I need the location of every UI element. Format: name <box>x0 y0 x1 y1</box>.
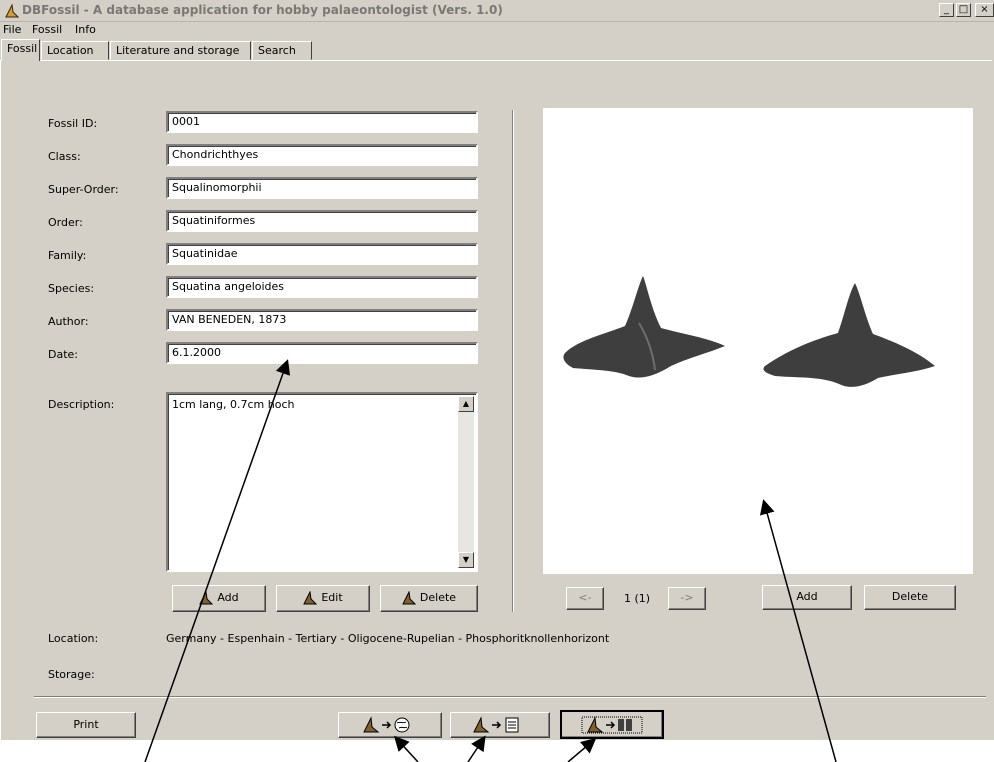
date-field[interactable]: 6.1.2000 <box>166 342 478 364</box>
class-label: Class: <box>48 150 81 163</box>
author-label: Author: <box>48 315 89 328</box>
tab-strip: Fossil Location Literature and storage S… <box>0 39 994 61</box>
order-field[interactable]: Squatiniformes <box>166 210 478 232</box>
menu-info[interactable]: Info <box>75 23 96 36</box>
species-field[interactable]: Squatina angeloides <box>166 276 478 298</box>
arrow-to-location-button <box>393 735 419 762</box>
app-window: DBFossil - A database application for ho… <box>0 0 994 740</box>
fossil-edit-icon <box>303 591 318 605</box>
tab-location[interactable]: Location <box>41 41 109 60</box>
description-scrollbar[interactable]: ▲ ▼ <box>458 396 474 568</box>
minimize-button[interactable]: _ <box>939 3 954 17</box>
class-field[interactable]: Chondrichthyes <box>166 144 478 166</box>
image-counter: 1 (1) <box>624 592 651 605</box>
species-label: Species: <box>48 282 95 295</box>
description-text: 1cm lang, 0.7cm hoch <box>172 398 295 411</box>
panel-divider <box>512 110 514 612</box>
location-value: Germany - Espenhain - Tertiary - Oligoce… <box>166 632 610 645</box>
order-label: Order: <box>48 216 83 229</box>
super-order-field[interactable]: Squalinomorphii <box>166 177 478 199</box>
scroll-down-icon[interactable]: ▼ <box>458 552 474 568</box>
fossil-add-icon <box>199 591 214 605</box>
delete-record-label: Delete <box>419 591 457 604</box>
fossil-to-location-icon <box>363 716 410 733</box>
next-image-button[interactable]: -> <box>668 587 706 610</box>
tab-search[interactable]: Search <box>252 41 312 60</box>
delete-image-button[interactable]: Delete <box>864 585 956 610</box>
fossil-to-search-icon <box>581 716 643 734</box>
fossil-to-literature-icon <box>473 716 519 733</box>
edit-record-button[interactable]: Edit <box>276 585 370 612</box>
edit-record-label: Edit <box>321 591 343 604</box>
window-title: DBFossil - A database application for ho… <box>22 3 503 17</box>
delete-record-button[interactable]: Delete <box>380 585 478 612</box>
footer-divider <box>34 696 986 698</box>
tab-fossil[interactable]: Fossil <box>1 39 40 61</box>
fossil-image <box>563 276 935 387</box>
print-button[interactable]: Print <box>36 712 136 738</box>
date-label: Date: <box>48 348 78 361</box>
maximize-button[interactable]: □ <box>956 3 971 17</box>
storage-label: Storage: <box>48 668 95 681</box>
fossil-app-icon <box>5 3 20 18</box>
close-button[interactable]: × <box>975 3 994 17</box>
super-order-label: Super-Order: <box>48 183 119 196</box>
menu-file[interactable]: File <box>3 23 21 36</box>
add-record-button[interactable]: Add <box>172 585 266 612</box>
shark-tooth-left <box>563 276 725 378</box>
fossil-delete-icon <box>402 591 416 605</box>
add-image-button[interactable]: Add <box>762 585 852 610</box>
description-label: Description: <box>48 398 115 411</box>
fossil-image-pane[interactable] <box>543 108 973 574</box>
add-record-label: Add <box>217 591 239 604</box>
shark-tooth-right <box>763 283 935 387</box>
description-textarea[interactable]: 1cm lang, 0.7cm hoch ▲ ▼ <box>166 392 478 572</box>
author-field[interactable]: VAN BENEDEN, 1873 <box>166 309 478 331</box>
location-label: Location: <box>48 632 99 645</box>
family-field[interactable]: Squatinidae <box>166 243 478 265</box>
arrow-to-search-button <box>567 738 597 762</box>
family-label: Family: <box>48 249 87 262</box>
title-bar[interactable]: DBFossil - A database application for ho… <box>0 0 994 22</box>
menu-fossil[interactable]: Fossil <box>32 23 62 36</box>
scroll-up-icon[interactable]: ▲ <box>458 396 474 412</box>
fossil-id-label: Fossil ID: <box>48 117 98 130</box>
fossil-to-search-button[interactable] <box>560 710 664 739</box>
fossil-id-field[interactable]: 0001 <box>166 111 478 133</box>
fossil-to-location-button[interactable] <box>338 712 442 738</box>
prev-image-button[interactable]: <- <box>566 587 604 610</box>
arrow-to-literature-button <box>467 735 486 762</box>
tab-literature-and-storage[interactable]: Literature and storage <box>110 41 251 60</box>
fossil-to-literature-button[interactable] <box>450 712 550 738</box>
menu-bar: File Fossil Info <box>0 22 994 38</box>
